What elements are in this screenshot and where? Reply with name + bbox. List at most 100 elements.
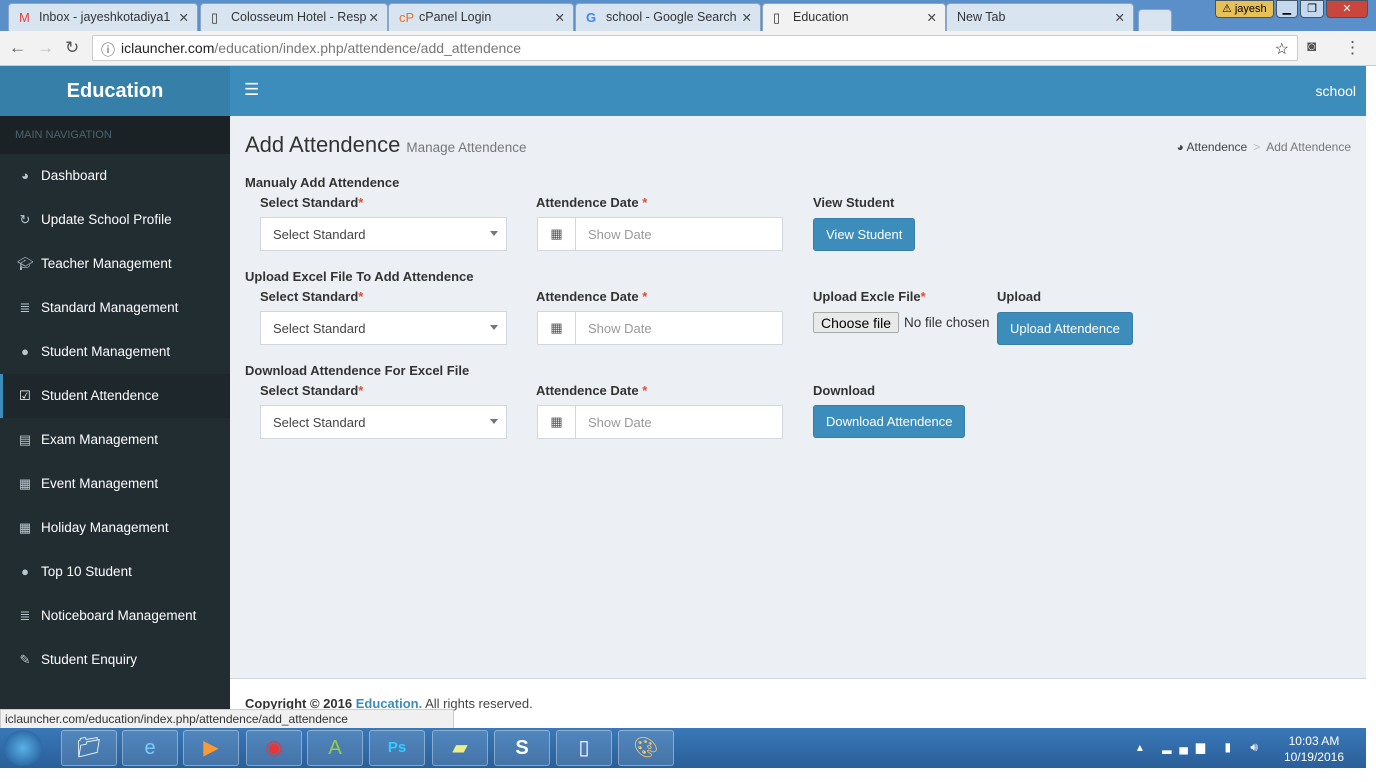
browser-tab-strip: M Inbox - jayeshkotadiya1 ✕ ▯ Colosseum Hot… [0, 0, 1376, 32]
calendar-icon: ▦ [538, 406, 576, 438]
brand-logo[interactable]: Education [0, 66, 230, 116]
close-tab-icon[interactable]: ✕ [555, 10, 565, 25]
star-icon[interactable]: ☆ [1275, 39, 1289, 59]
breadcrumb-attendence[interactable]: Attendence [1187, 140, 1248, 154]
sidebar-item-student-attendence[interactable]: ☑ Student Attendence [0, 374, 230, 418]
info-icon: ⓘ [101, 42, 115, 58]
view-student-label: View Student [813, 195, 895, 210]
back-icon[interactable]: ← [9, 38, 26, 58]
date-input[interactable]: ▦ Show Date [537, 311, 783, 345]
internet-explorer-icon[interactable]: e [122, 730, 178, 766]
close-tab-icon[interactable]: ✕ [179, 10, 189, 25]
standard-select[interactable]: Select Standard [260, 217, 507, 251]
start-button[interactable] [4, 730, 42, 766]
caret-down-icon [490, 325, 498, 330]
upload-file-label: Upload Excle File* [813, 289, 926, 304]
status-bar-url: iclauncher.com/education/index.php/atten… [0, 709, 454, 729]
sidebar-item-noticeboard-management[interactable]: ≣ Noticeboard Management [0, 594, 230, 638]
close-tab-icon[interactable]: ✕ [742, 10, 752, 25]
url-input[interactable]: ⓘ iclauncher.com/education/index.php/atte… [92, 35, 1298, 61]
skype-icon[interactable]: S [494, 730, 550, 766]
sidebar-item-standard-management[interactable]: ≣ Standard Management [0, 286, 230, 330]
reload-icon[interactable]: ↻ [65, 38, 79, 58]
system-tray[interactable]: ▴ ▂▄▆ ▮ 🔊︎ [1137, 740, 1266, 755]
close-window-button[interactable]: ✕ [1326, 0, 1368, 18]
sidebar-toggle-icon[interactable]: ☰ [244, 80, 259, 100]
choose-file-button[interactable]: Choose file [813, 312, 900, 333]
upload-label: Upload [997, 289, 1042, 304]
date-label: Attendence Date * [536, 195, 648, 210]
dashboard-icon: ◕ [1176, 140, 1184, 154]
tab-google[interactable]: Gschool - Google Search ✕ [575, 3, 761, 31]
date-label: Attendence Date * [536, 289, 648, 304]
sidebar-item-dashboard[interactable]: ◕ Dashboard [0, 154, 230, 198]
date-input[interactable]: ▦ Show Date [537, 217, 783, 251]
standard-select[interactable]: Select Standard [260, 405, 507, 439]
user-icon: ● [21, 344, 29, 359]
briefcase-icon: ▤ [18, 432, 32, 447]
content-area: Add Attendence Manage Attendence ◕ Attend… [230, 116, 1366, 678]
tab-cpanel[interactable]: cP cPanel Login ✕ [388, 3, 574, 31]
profile-button[interactable]: ⚠ jayesh [1214, 0, 1274, 18]
close-tab-icon[interactable]: ✕ [369, 10, 379, 25]
menu-icon[interactable]: ⋮ [1344, 38, 1361, 58]
maximize-button[interactable]: ❐ [1300, 0, 1324, 18]
minimize-button[interactable]: ▁ [1275, 0, 1299, 18]
camera-icon[interactable]: ◙ [1307, 38, 1316, 55]
view-student-button[interactable]: View Student [813, 218, 916, 251]
paint-icon[interactable]: 🎨︎ [618, 730, 674, 766]
graduation-cap-icon: 🎓︎ [17, 256, 34, 271]
calendar-icon: ▦ [538, 312, 576, 344]
download-label: Download [813, 383, 876, 398]
list-icon: ≣ [19, 608, 31, 623]
explorer-icon[interactable]: 📁︎ [61, 730, 117, 766]
chrome-icon[interactable]: ◉ [246, 730, 302, 766]
android-studio-icon[interactable]: A [307, 730, 363, 766]
sidebar-item-top-10-student[interactable]: ● Top 10 Student [0, 550, 230, 594]
sidebar-item-teacher-management[interactable]: 🎓︎ Teacher Management [0, 242, 230, 286]
sticky-notes-icon[interactable]: ▰ [432, 730, 488, 766]
photoshop-icon[interactable]: Ps [369, 730, 425, 766]
forward-icon[interactable]: → [37, 38, 54, 58]
sidebar-item-update-school-profile[interactable]: ↻ Update School Profile [0, 198, 230, 242]
date-input[interactable]: ▦ Show Date [537, 405, 783, 439]
upload-attendence-button[interactable]: Upload Attendence [997, 312, 1133, 345]
tab-inbox[interactable]: M Inbox - jayeshkotadiya1 ✕ [8, 3, 198, 31]
calendar-icon: ▦ [538, 218, 576, 250]
tab-colosseum[interactable]: ▯ Colosseum Hotel - Resp ✕ [200, 3, 388, 31]
window-app-icon[interactable]: ▯ [556, 730, 612, 766]
cpanel-icon: cP [399, 10, 415, 25]
close-tab-icon[interactable]: ✕ [1115, 10, 1125, 25]
edit-icon: ✎ [19, 652, 31, 667]
media-player-icon[interactable]: ▶ [183, 730, 239, 766]
download-attendence-button[interactable]: Download Attendence [813, 405, 966, 438]
sidebar: MAIN NAVIGATION ◕ Dashboard ↻ Update Schoo… [0, 116, 230, 710]
list-icon: ≣ [19, 300, 31, 315]
page-icon: ▯ [773, 10, 781, 25]
file-status: No file chosen [904, 315, 990, 330]
top-navbar: ☰ school [230, 66, 1366, 116]
breadcrumb: ◕ Attendence > Add Attendence [1176, 140, 1351, 154]
sidebar-item-student-enquiry[interactable]: ✎ Student Enquiry [0, 638, 230, 682]
date-label: Attendence Date * [536, 383, 648, 398]
user-icon: ● [21, 564, 29, 579]
standard-select[interactable]: Select Standard [260, 311, 507, 345]
caret-down-icon [490, 231, 498, 236]
tab-education[interactable]: ▯ Education ✕ [762, 3, 946, 32]
calendar-icon: ▦ [18, 520, 32, 535]
sidebar-item-event-management[interactable]: ▦ Event Management [0, 462, 230, 506]
gmail-icon: M [19, 10, 30, 25]
page-icon: ▯ [211, 10, 219, 25]
sidebar-item-exam-management[interactable]: ▤ Exam Management [0, 418, 230, 462]
dashboard-icon: ◕ [21, 168, 29, 183]
page-title: Add Attendence Manage Attendence [245, 132, 527, 157]
manual-section-title: Manualy Add Attendence [245, 175, 400, 190]
clock[interactable]: 10:03 AM 10/19/2016 [1284, 733, 1344, 765]
new-tab-button[interactable] [1138, 9, 1172, 31]
sidebar-header: MAIN NAVIGATION [0, 116, 230, 154]
sidebar-item-student-management[interactable]: ● Student Management [0, 330, 230, 374]
user-menu[interactable]: school [1316, 83, 1356, 99]
tab-new[interactable]: New Tab ✕ [946, 3, 1134, 31]
close-tab-icon[interactable]: ✕ [927, 10, 937, 25]
sidebar-item-holiday-management[interactable]: ▦ Holiday Management [0, 506, 230, 550]
